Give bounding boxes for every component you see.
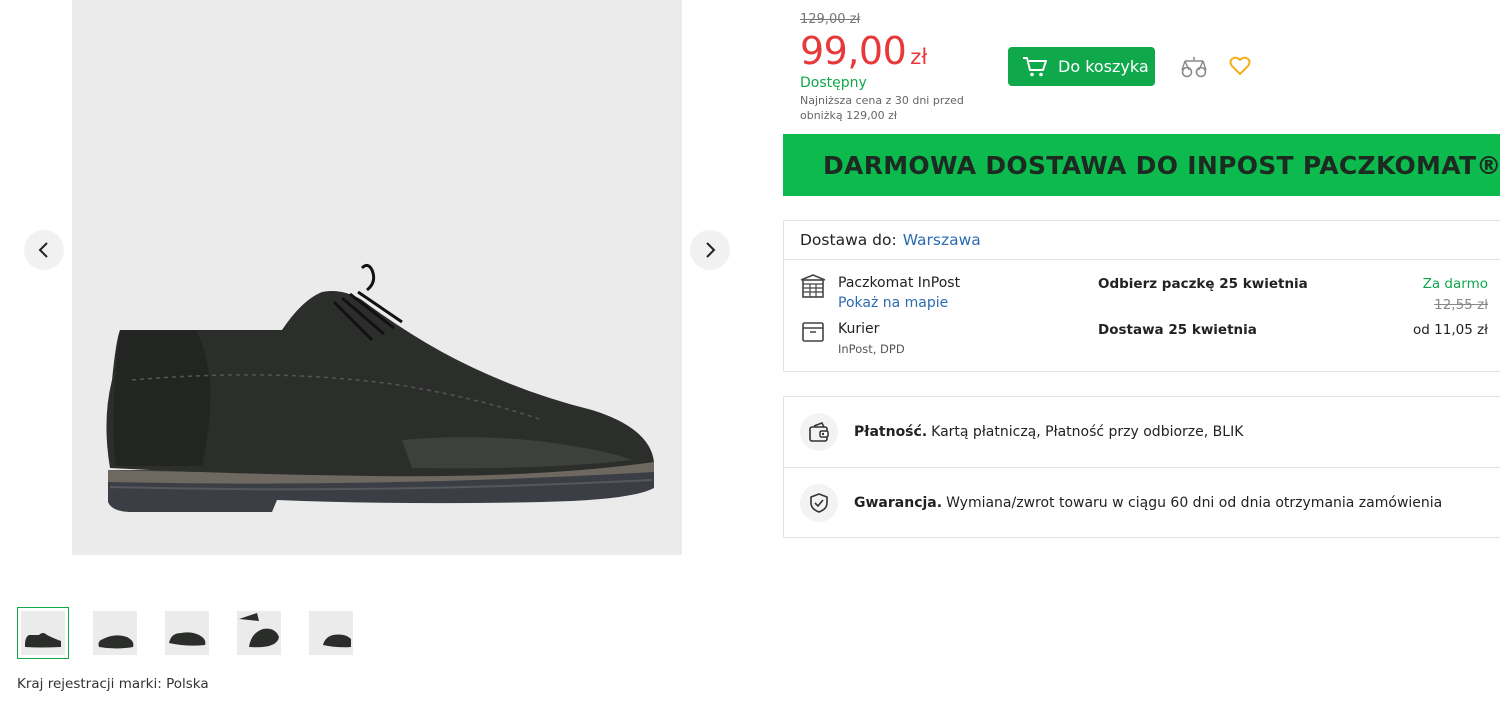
delivery-option-name: Kurier	[838, 321, 880, 337]
delivery-option-date: Odbierz paczkę 25 kwietnia	[1098, 276, 1308, 292]
add-to-cart-button[interactable]: Do koszyka	[1008, 47, 1155, 86]
current-price-currency: zł	[910, 45, 928, 69]
thumbnail-image	[309, 611, 353, 655]
thumbnail-2[interactable]	[89, 607, 141, 659]
thumbnail-image	[165, 611, 209, 655]
shield-check-icon	[800, 483, 838, 522]
wishlist-button[interactable]	[1229, 56, 1251, 80]
brand-origin: Kraj rejestracji marki: Polska	[17, 676, 209, 692]
thumbnail-image	[237, 611, 281, 655]
payment-title: Płatność.	[854, 424, 928, 440]
wallet-icon	[800, 413, 838, 451]
thumbnail-3[interactable]	[161, 607, 213, 659]
add-to-cart-label: Do koszyka	[1058, 57, 1149, 76]
delivery-option-courier: Kurier InPost, DPD Dostawa 25 kwietnia o…	[784, 321, 1500, 361]
payment-info: Płatność. Kartą płatniczą, Płatność przy…	[784, 397, 1500, 467]
cart-icon	[1022, 56, 1048, 78]
payment-methods: Kartą płatniczą, Płatność przy odbiorze,…	[931, 424, 1244, 440]
brand-origin-label: Kraj rejestracji marki:	[17, 676, 162, 692]
delivery-option-date: Dostawa 25 kwietnia	[1098, 322, 1257, 338]
delivery-option-name: Paczkomat InPost	[838, 275, 961, 291]
lowest-price-note: Najniższa cena z 30 dni przed obniżką 12…	[800, 94, 964, 122]
free-delivery-banner-text: DARMOWA DOSTAWA DO INPOST PACZKOMAT® 24/…	[823, 150, 1500, 180]
delivery-city-link[interactable]: Warszawa	[903, 231, 981, 249]
delivery-option-old-price: 12,55 zł	[1434, 297, 1488, 313]
old-price: 129,00 zł	[800, 12, 861, 27]
warranty-text: Wymiana/zwrot towaru w ciągu 60 dni od d…	[946, 494, 1443, 511]
courier-box-icon	[800, 319, 826, 349]
warranty-info: Gwarancja. Wymiana/zwrot towaru w ciągu …	[784, 467, 1500, 537]
heart-icon	[1229, 56, 1251, 75]
shoe-illustration	[106, 263, 654, 512]
price-block: 129,00 zł 99,00 zł Dostępny Najniższa ce…	[800, 12, 1000, 123]
thumbnail-image	[21, 611, 65, 655]
scales-icon	[1181, 57, 1207, 78]
delivery-box: Dostawa do: Warszawa Paczkomat InPost Po…	[783, 220, 1500, 372]
purchase-info-box: Płatność. Kartą płatniczą, Płatność przy…	[783, 396, 1500, 538]
current-price: 99,00 zł	[800, 29, 1000, 73]
free-delivery-banner[interactable]: DARMOWA DOSTAWA DO INPOST PACZKOMAT® 24/…	[783, 134, 1500, 196]
gallery-prev-button[interactable]	[24, 230, 64, 270]
gallery-next-button[interactable]	[690, 230, 730, 270]
delivery-option-price: od 11,05 zł	[1413, 322, 1488, 338]
warranty-title: Gwarancja.	[854, 494, 943, 511]
delivery-option-price: Za darmo	[1422, 276, 1488, 292]
delivery-option-parcel-locker: Paczkomat InPost Pokaż na mapie Odbierz …	[784, 273, 1500, 323]
thumbnail-5[interactable]	[305, 607, 357, 659]
chevron-right-icon	[706, 242, 716, 258]
product-main-image[interactable]	[72, 0, 682, 555]
delivery-destination: Dostawa do: Warszawa	[784, 221, 1500, 260]
product-gallery: Kraj rejestracji marki: Polska	[0, 0, 760, 702]
brand-origin-value: Polska	[166, 676, 209, 692]
delivery-destination-label: Dostawa do:	[800, 231, 897, 249]
show-on-map-link[interactable]: Pokaż na mapie	[838, 295, 948, 311]
compare-button[interactable]	[1181, 55, 1207, 83]
thumbnail-strip	[17, 607, 377, 659]
delivery-option-carriers: InPost, DPD	[838, 342, 905, 356]
parcel-locker-icon	[800, 273, 826, 303]
thumbnail-4[interactable]	[233, 607, 285, 659]
thumbnail-1[interactable]	[17, 607, 69, 659]
availability-status: Dostępny	[800, 75, 867, 91]
thumbnail-image	[93, 611, 137, 655]
current-price-amount: 99,00	[800, 29, 907, 73]
chevron-left-icon	[38, 242, 48, 258]
